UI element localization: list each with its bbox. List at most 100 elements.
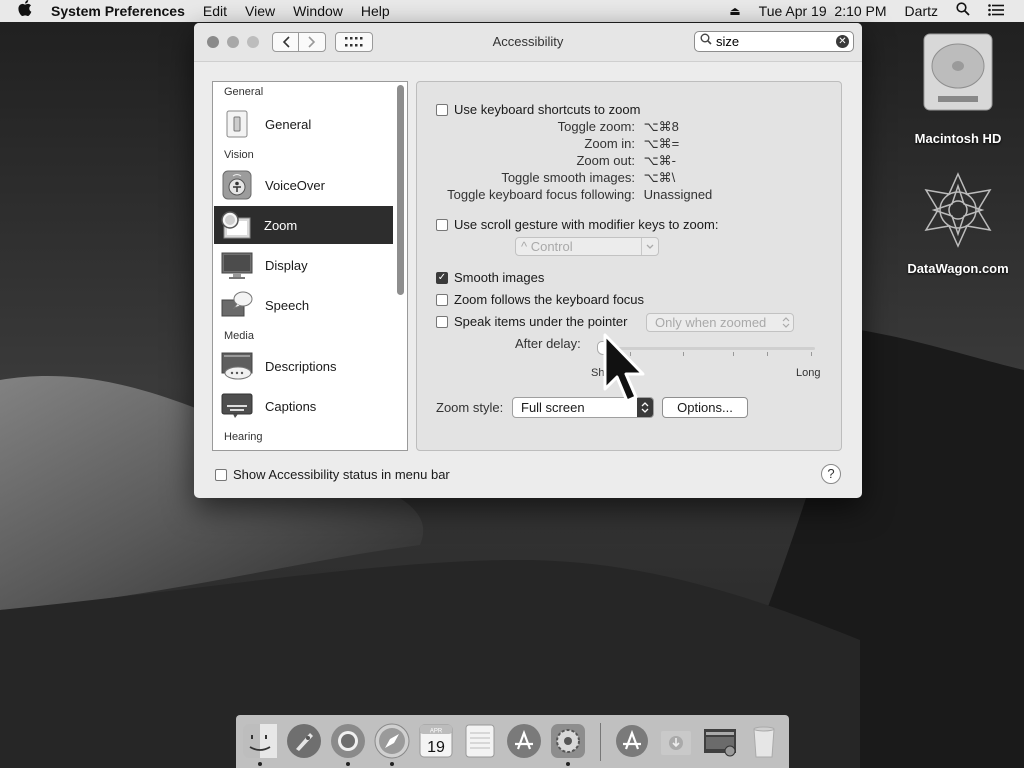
menu-user[interactable]: Dartz	[896, 0, 947, 22]
calendar-month: APR	[430, 729, 443, 735]
shortcut-toggle-focus: Toggle keyboard focus following: Unassig…	[436, 187, 712, 202]
sidebar-scrollbar[interactable]	[397, 85, 404, 295]
menu-view[interactable]: View	[236, 0, 284, 22]
shortcut-toggle-smooth: Toggle smooth images: ⌥⌘\	[436, 170, 675, 186]
scroll-gesture-checkbox-row[interactable]: Use scroll gesture with modifier keys to…	[436, 217, 718, 232]
close-window-button[interactable]	[207, 36, 219, 48]
speak-items-popup[interactable]: Only when zoomed	[646, 313, 794, 332]
speak-items-checkbox[interactable]	[436, 315, 448, 328]
back-button[interactable]	[272, 32, 299, 52]
slider-tick	[733, 352, 734, 356]
spotlight-search-icon[interactable]	[947, 0, 979, 22]
sidebar-item-label: Display	[265, 257, 308, 273]
desktop-icon-macintosh-hd[interactable]: Macintosh HD	[898, 32, 1018, 146]
notification-center-icon[interactable]	[979, 0, 1024, 22]
keyboard-shortcuts-checkbox-row[interactable]: Use keyboard shortcuts to zoom	[436, 102, 640, 117]
sidebar-item-zoom[interactable]: Zoom	[214, 206, 393, 244]
desktop-icon-label: DataWagon.com	[907, 261, 1009, 276]
keyboard-shortcuts-label: Use keyboard shortcuts to zoom	[454, 102, 641, 117]
forward-button[interactable]	[298, 32, 326, 52]
calendar-day: 19	[427, 739, 445, 756]
chevron-left-icon	[282, 36, 290, 48]
dock-launchpad[interactable]	[286, 723, 322, 759]
app-store-icon	[507, 724, 541, 758]
download-folder-icon	[661, 731, 691, 755]
shortcut-value: ⌥⌘-	[643, 153, 676, 168]
speak-items-option: Only when zoomed	[655, 315, 767, 330]
help-button[interactable]: ?	[821, 464, 841, 484]
dock-calendar[interactable]: APR 19	[418, 723, 454, 759]
status-menu-label: Show Accessibility status in menu bar	[233, 467, 450, 482]
status-menu-checkbox[interactable]	[215, 468, 227, 481]
follow-focus-label: Zoom follows the keyboard focus	[454, 292, 645, 307]
dock-trash[interactable]	[746, 723, 782, 759]
sidebar-list[interactable]: General General Vision VoiceOver Zoom Di…	[212, 81, 408, 451]
menu-edit[interactable]: Edit	[194, 0, 236, 22]
descriptions-icon	[221, 351, 253, 381]
calendar-icon: APR 19	[419, 724, 453, 758]
show-all-button[interactable]	[335, 32, 373, 52]
dock-running-indicator	[346, 762, 350, 766]
after-delay-label: After delay:	[515, 336, 581, 351]
dock: APR 19	[236, 715, 789, 768]
menu-app-name[interactable]: System Preferences	[42, 0, 194, 22]
smooth-images-checkbox-row[interactable]: ✓ Smooth images	[436, 270, 544, 285]
sidebar-item-descriptions[interactable]: Descriptions	[215, 347, 391, 385]
scroll-gesture-checkbox[interactable]	[436, 218, 448, 231]
shortcut-key: Zoom out:	[576, 153, 635, 168]
sidebar-item-label: Zoom	[264, 217, 298, 233]
slider-tick	[683, 352, 684, 356]
sidebar-item-voiceover[interactable]: VoiceOver	[215, 166, 391, 204]
sidebar-item-label: General	[265, 116, 312, 132]
mandala-icon	[924, 172, 992, 248]
scroll-gesture-label: Use scroll gesture with modifier keys to…	[454, 217, 719, 232]
follow-focus-checkbox[interactable]	[436, 293, 448, 306]
zoom-icon	[220, 210, 252, 240]
apple-menu-icon[interactable]	[0, 0, 42, 23]
modifier-key-popup[interactable]: ^ Control	[515, 237, 659, 256]
speech-icon	[221, 290, 253, 320]
grid-icon	[345, 37, 363, 47]
menu-clock[interactable]: Tue Apr 19 2:10 PM	[750, 0, 896, 22]
dock-chrome[interactable]	[330, 723, 366, 759]
zoom-window-button[interactable]	[247, 36, 259, 48]
dock-separator	[600, 723, 601, 761]
smooth-images-checkbox[interactable]: ✓	[436, 271, 448, 284]
dock-system-preferences[interactable]	[550, 723, 586, 759]
compass-icon	[374, 723, 410, 759]
dock-notes[interactable]	[462, 723, 498, 759]
sidebar-section-vision: Vision	[224, 149, 254, 161]
clear-search-icon[interactable]: ✕	[836, 35, 849, 48]
dock-running-indicator	[390, 762, 394, 766]
dock-screen-recording[interactable]	[702, 723, 738, 759]
sidebar-item-captions[interactable]: Captions	[215, 387, 391, 425]
finder-icon	[243, 724, 277, 758]
dock-finder[interactable]	[242, 723, 278, 759]
sidebar-item-speech[interactable]: Speech	[215, 286, 391, 324]
speak-items-checkbox-row[interactable]: Speak items under the pointer	[436, 314, 627, 329]
sidebar-item-general[interactable]: General	[215, 105, 391, 143]
shortcut-value: Unassigned	[643, 187, 713, 202]
modifier-key-value: ^ Control	[521, 239, 573, 254]
eject-icon[interactable]: ⏏	[720, 0, 749, 22]
dock-safari[interactable]	[374, 723, 410, 759]
dock-downloads-folder[interactable]	[658, 723, 694, 759]
menu-window[interactable]: Window	[284, 0, 352, 22]
dock-app-store[interactable]	[506, 723, 542, 759]
search-field[interactable]: ✕	[694, 31, 854, 52]
up-down-chevron-icon	[779, 317, 793, 328]
sidebar-item-display[interactable]: Display	[215, 246, 391, 284]
dock-app-store-downloads[interactable]	[614, 723, 650, 759]
menu-help[interactable]: Help	[352, 0, 399, 22]
shortcut-key: Zoom in:	[584, 136, 635, 151]
chevron-down-icon	[641, 238, 658, 255]
status-menu-checkbox-row[interactable]: Show Accessibility status in menu bar	[215, 467, 450, 482]
shortcut-toggle-zoom: Toggle zoom: ⌥⌘8	[436, 119, 679, 135]
minimize-window-button[interactable]	[227, 36, 239, 48]
search-input[interactable]	[716, 33, 821, 50]
desktop-icon-datawagon[interactable]: DataWagon.com	[898, 172, 1018, 276]
options-button[interactable]: Options...	[662, 397, 748, 418]
follow-focus-checkbox-row[interactable]: Zoom follows the keyboard focus	[436, 292, 644, 307]
sidebar-section-hearing: Hearing	[224, 431, 263, 443]
keyboard-shortcuts-checkbox[interactable]	[436, 103, 448, 116]
